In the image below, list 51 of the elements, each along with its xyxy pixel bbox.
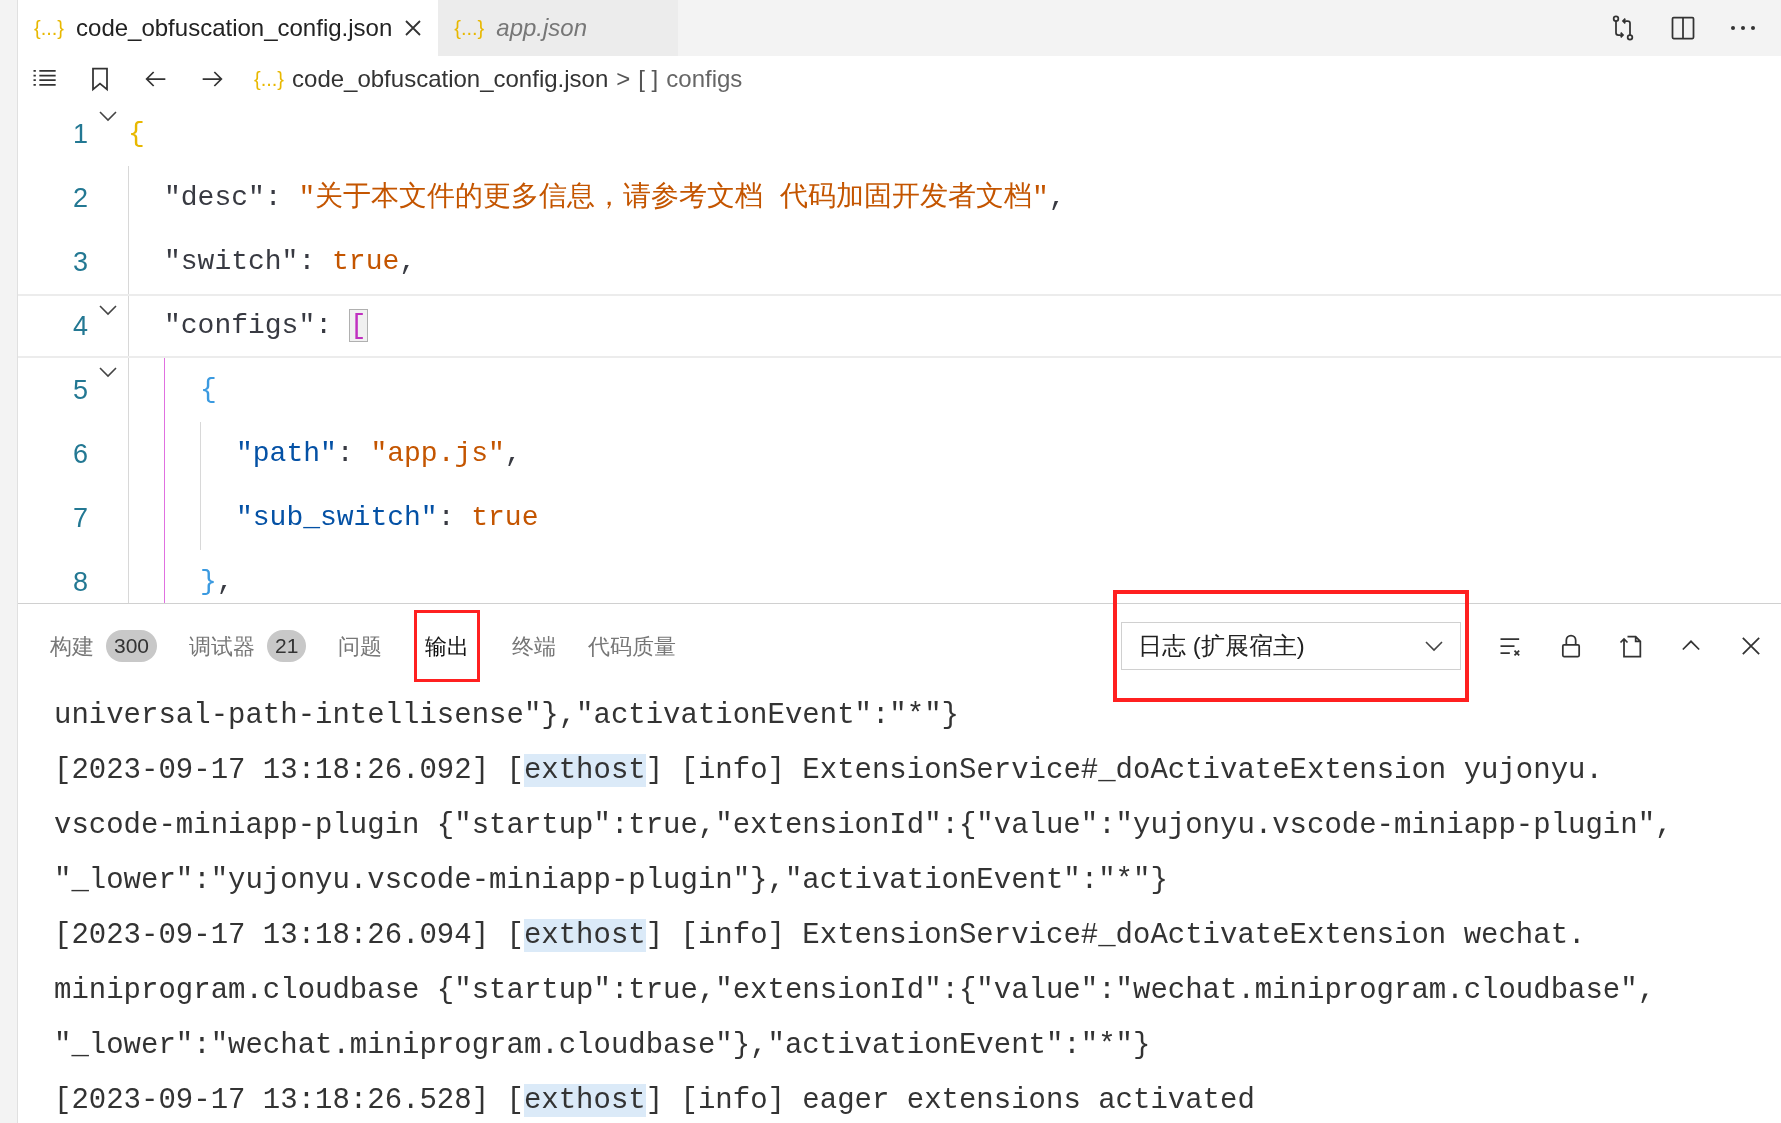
chevron-down-icon[interactable] bbox=[98, 304, 118, 316]
code-line: "path": "app.js", bbox=[236, 437, 522, 471]
array-icon: [ ] bbox=[638, 61, 659, 97]
code-line: "desc": "关于本文件的更多信息，请参考文档 代码加固开发者文档", bbox=[164, 180, 1066, 215]
json-icon: {...} bbox=[454, 13, 485, 43]
code-line: }, bbox=[200, 565, 234, 599]
log-line: [2023-09-17 13:18:26.528] [exthost] [info] eager extensions activated bbox=[54, 1082, 1255, 1119]
line-number: 6 bbox=[71, 437, 88, 471]
log-line: [2023-09-17 13:18:26.094] [exthost] [info] ExtensionService#_doActivateExtension wechat. bbox=[54, 917, 1586, 954]
log-line: "_lower":"wechat.miniprogram.cloudbase"},"activationEvent":"*"} bbox=[54, 1027, 1151, 1064]
panel-tab[interactable]: 代码质量 bbox=[588, 629, 677, 663]
panel-tab[interactable]: 调试器 21 bbox=[189, 629, 307, 663]
log-line: [2023-09-17 13:18:26.092] [exthost] [info] ExtensionService#_doActivateExtension yujonyu. bbox=[54, 752, 1603, 789]
breadcrumb-section[interactable]: configs bbox=[666, 61, 743, 97]
chevron-down-icon[interactable] bbox=[98, 110, 118, 122]
tab-label: app.json bbox=[496, 13, 588, 43]
count-badge: 21 bbox=[267, 630, 307, 662]
log-line: miniprogram.cloudbase {"startup":true,"extensionId":{"value":"wechat.miniprogram.cloudbase", bbox=[54, 972, 1656, 1009]
breadcrumb-separator: > bbox=[616, 64, 631, 94]
line-number: 1 bbox=[71, 117, 88, 151]
panel-tab[interactable]: 构建 300 bbox=[50, 629, 158, 663]
editor-tab[interactable]: {...} code_obfuscation_config.json bbox=[18, 0, 439, 56]
panel-tab[interactable]: 问题 bbox=[338, 629, 383, 663]
log-line: vscode-miniapp-plugin {"startup":true,"extensionId":{"value":"yujonyu.vscode-miniapp-plugin", bbox=[54, 807, 1673, 844]
more-icon[interactable] bbox=[1729, 24, 1757, 32]
breadcrumb-file[interactable]: code_obfuscation_config.json bbox=[292, 61, 609, 97]
line-number: 5 bbox=[71, 373, 88, 407]
count-badge: 300 bbox=[106, 630, 158, 662]
code-line: { bbox=[200, 373, 217, 407]
editor-tab[interactable]: {...} app.json bbox=[438, 0, 679, 56]
log-line: "_lower":"yujonyu.vscode-miniapp-plugin"},"activationEvent":"*"} bbox=[54, 862, 1168, 899]
json-icon: {...} bbox=[254, 64, 285, 94]
code-line: "sub_switch": true bbox=[236, 501, 539, 535]
chevron-down-icon[interactable] bbox=[98, 366, 118, 378]
code-line: "configs": [ bbox=[164, 308, 368, 344]
line-number: 7 bbox=[71, 501, 88, 535]
json-icon: {...} bbox=[34, 13, 65, 43]
log-line: universal-path-intellisense"},"activationEvent":"*"} bbox=[54, 697, 959, 734]
code-line: "switch": true, bbox=[164, 245, 417, 279]
split-editor-icon[interactable] bbox=[1669, 14, 1697, 42]
line-number: 8 bbox=[71, 565, 88, 599]
panel-tab[interactable]: 终端 bbox=[512, 629, 557, 663]
tab-label: code_obfuscation_config.json bbox=[76, 13, 393, 43]
line-number: 3 bbox=[71, 245, 88, 279]
channel-dropdown[interactable]: 日志 (扩展宿主) bbox=[1121, 622, 1461, 670]
code-line: { bbox=[128, 117, 145, 151]
line-number: 2 bbox=[71, 181, 88, 215]
line-number: 4 bbox=[71, 309, 88, 343]
panel-tab[interactable]: 输出 bbox=[414, 610, 481, 682]
close-icon[interactable] bbox=[404, 19, 423, 37]
dropdown-chevron-icon[interactable] bbox=[1424, 640, 1444, 652]
